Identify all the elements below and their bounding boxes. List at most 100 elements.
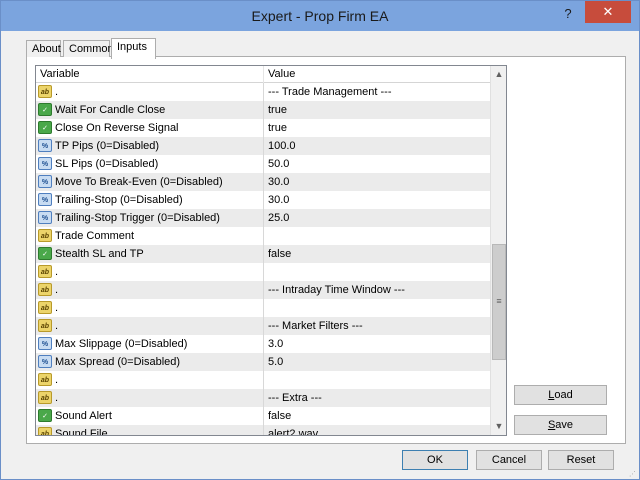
scroll-thumb[interactable]: ≡: [492, 244, 506, 360]
string-type-icon: ab: [38, 229, 52, 242]
grid-row[interactable]: ab. --- Trade Management ---: [36, 83, 490, 101]
variable-name: Sound Alert: [55, 410, 112, 422]
vertical-scrollbar[interactable]: ▲ ≡ ▼: [490, 66, 506, 435]
expert-dialog: Expert - Prop Firm EA ? ✕ About Common I…: [0, 0, 640, 480]
help-button[interactable]: ?: [553, 3, 583, 25]
variable-name: .: [55, 86, 59, 98]
column-header-variable[interactable]: Variable: [36, 66, 264, 83]
grid-row[interactable]: % Trailing-Stop Trigger (0=Disabled) 25.0: [36, 209, 490, 227]
grid-row[interactable]: ✓ Sound Alert false: [36, 407, 490, 425]
tab-inputs[interactable]: Inputs: [111, 38, 156, 59]
number-type-icon: %: [38, 139, 52, 152]
grid-row[interactable]: % Max Spread (0=Disabled) 5.0: [36, 353, 490, 371]
value-cell[interactable]: true: [265, 119, 490, 137]
value-cell[interactable]: 30.0: [265, 173, 490, 191]
grid-row[interactable]: ab. --- Market Filters ---: [36, 317, 490, 335]
grid-row[interactable]: % SL Pips (0=Disabled) 50.0: [36, 155, 490, 173]
variable-name: Wait For Candle Close: [55, 104, 166, 116]
variable-cell: ab.: [36, 83, 264, 101]
value-cell[interactable]: --- Extra ---: [265, 389, 490, 407]
value-cell[interactable]: 25.0: [265, 209, 490, 227]
load-button[interactable]: Load: [514, 385, 607, 405]
value-cell[interactable]: --- Market Filters ---: [265, 317, 490, 335]
grid-row[interactable]: ab. --- Intraday Time Window ---: [36, 281, 490, 299]
variable-name: .: [55, 392, 59, 404]
value-cell[interactable]: --- Intraday Time Window ---: [265, 281, 490, 299]
variable-name: Move To Break-Even (0=Disabled): [55, 176, 223, 188]
column-header-value[interactable]: Value: [264, 66, 490, 83]
variable-name: Stealth SL and TP: [55, 248, 144, 260]
variable-cell: ab.: [36, 299, 264, 317]
value-cell[interactable]: false: [265, 407, 490, 425]
scroll-down-arrow-icon[interactable]: ▼: [491, 418, 506, 435]
variable-cell: ab.: [36, 263, 264, 281]
variable-name: SL Pips (0=Disabled): [55, 158, 159, 170]
grid-row[interactable]: ab Trade Comment: [36, 227, 490, 245]
load-label: oad: [554, 389, 573, 401]
variable-name: Trade Comment: [55, 230, 135, 242]
reset-button[interactable]: Reset: [548, 450, 614, 470]
scroll-up-arrow-icon[interactable]: ▲: [491, 66, 506, 83]
value-cell[interactable]: 5.0: [265, 353, 490, 371]
string-type-icon: ab: [38, 301, 52, 314]
grid-row[interactable]: ab. --- Extra ---: [36, 389, 490, 407]
scroll-grip-icon: ≡: [496, 296, 502, 306]
variable-cell: ab.: [36, 281, 264, 299]
ok-button[interactable]: OK: [402, 450, 468, 470]
variable-cell: % Trailing-Stop Trigger (0=Disabled): [36, 209, 264, 227]
grid-row[interactable]: ✓ Close On Reverse Signal true: [36, 119, 490, 137]
grid-row[interactable]: % TP Pips (0=Disabled) 100.0: [36, 137, 490, 155]
variable-cell: ab.: [36, 317, 264, 335]
variable-name: Trailing-Stop (0=Disabled): [55, 194, 183, 206]
grid-row[interactable]: ab.: [36, 299, 490, 317]
grid-row[interactable]: ab.: [36, 371, 490, 389]
number-type-icon: %: [38, 157, 52, 170]
value-cell[interactable]: 50.0: [265, 155, 490, 173]
value-cell[interactable]: 3.0: [265, 335, 490, 353]
variable-cell: % Move To Break-Even (0=Disabled): [36, 173, 264, 191]
grid-row[interactable]: ab.: [36, 263, 490, 281]
variable-cell: % Max Slippage (0=Disabled): [36, 335, 264, 353]
grid-row[interactable]: ✓ Wait For Candle Close true: [36, 101, 490, 119]
value-cell[interactable]: 100.0: [265, 137, 490, 155]
variable-name: Max Spread (0=Disabled): [55, 356, 181, 368]
variable-name: .: [55, 266, 59, 278]
grid-row[interactable]: % Trailing-Stop (0=Disabled) 30.0: [36, 191, 490, 209]
value-cell[interactable]: --- Trade Management ---: [265, 83, 490, 101]
value-cell[interactable]: true: [265, 101, 490, 119]
boolean-type-icon: ✓: [38, 409, 52, 422]
value-cell[interactable]: alert2.wav: [265, 425, 490, 435]
cancel-button[interactable]: Cancel: [476, 450, 542, 470]
variable-name: .: [55, 320, 59, 332]
grid-row[interactable]: ab Sound File alert2.wav: [36, 425, 490, 435]
variable-name: TP Pips (0=Disabled): [55, 140, 160, 152]
grid-row[interactable]: ✓ Stealth SL and TP false: [36, 245, 490, 263]
grid-row[interactable]: % Max Slippage (0=Disabled) 3.0: [36, 335, 490, 353]
grid-row[interactable]: % Move To Break-Even (0=Disabled) 30.0: [36, 173, 490, 191]
value-cell[interactable]: [265, 263, 490, 281]
value-cell[interactable]: false: [265, 245, 490, 263]
variable-cell: ✓ Close On Reverse Signal: [36, 119, 264, 137]
variable-name: .: [55, 374, 59, 386]
value-cell[interactable]: 30.0: [265, 191, 490, 209]
string-type-icon: ab: [38, 85, 52, 98]
close-button[interactable]: ✕: [585, 1, 631, 23]
value-cell[interactable]: [265, 371, 490, 389]
value-cell[interactable]: [265, 227, 490, 245]
variable-name: Trailing-Stop Trigger (0=Disabled): [55, 212, 220, 224]
variable-name: .: [55, 302, 59, 314]
variable-cell: ab Trade Comment: [36, 227, 264, 245]
boolean-type-icon: ✓: [38, 103, 52, 116]
number-type-icon: %: [38, 193, 52, 206]
value-cell[interactable]: [265, 299, 490, 317]
variable-cell: % TP Pips (0=Disabled): [36, 137, 264, 155]
tab-common[interactable]: Common: [63, 40, 114, 57]
save-button[interactable]: Save: [514, 415, 607, 435]
string-type-icon: ab: [38, 283, 52, 296]
variable-cell: ✓ Wait For Candle Close: [36, 101, 264, 119]
variable-cell: % Max Spread (0=Disabled): [36, 353, 264, 371]
title-bar[interactable]: Expert - Prop Firm EA ? ✕: [1, 1, 639, 31]
string-type-icon: ab: [38, 373, 52, 386]
resize-grip-icon[interactable]: ⋰: [629, 471, 639, 479]
tab-about[interactable]: About: [26, 40, 61, 57]
